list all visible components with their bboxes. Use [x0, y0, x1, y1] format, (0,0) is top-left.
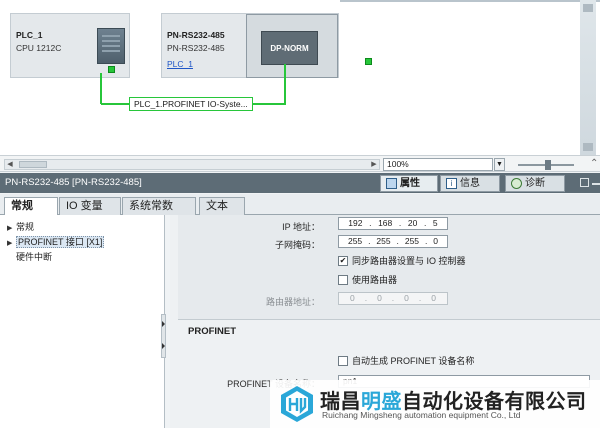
profinet-port-icon[interactable]	[365, 58, 372, 65]
subnet-line[interactable]	[284, 64, 286, 105]
sync-router-label: 同步路由器设置与 IO 控制器	[352, 256, 466, 266]
tree-item-hardware-interrupt[interactable]: 硬件中断	[7, 250, 52, 263]
sync-router-checkbox[interactable]: ✔	[338, 255, 348, 266]
tree-item-label: 常规	[16, 222, 35, 232]
inspector-title: PN-RS232-485 [PN-RS232-485]	[5, 177, 142, 188]
device-pn-rs232-485[interactable]: PN-RS232-485 PN-RS232-485 PLC_1 DP-NORM	[161, 13, 372, 78]
mask-octet: 255	[376, 236, 391, 246]
device-type: CPU 1212C	[16, 43, 62, 53]
router-address-field[interactable]: 0. 0. 0. 0	[338, 292, 448, 305]
mask-octet: 255	[347, 236, 363, 246]
use-router-option[interactable]: 使用路由器	[338, 273, 397, 286]
router-octet: 0	[431, 293, 436, 303]
company-logo-icon	[281, 386, 313, 422]
device-name: PN-RS232-485	[167, 30, 225, 40]
minimize-icon[interactable]	[592, 178, 600, 185]
ip-address-label: IP 地址：	[282, 222, 320, 232]
inspector-header: PN-RS232-485 [PN-RS232-485] 属性 i 信息 诊断	[0, 173, 600, 193]
use-router-label: 使用路由器	[352, 275, 398, 285]
router-octet: 0	[377, 293, 382, 303]
ip-octet: 5	[432, 218, 438, 228]
section-divider	[178, 319, 600, 320]
panel-splitter[interactable]	[161, 314, 166, 358]
subnet-mask-field[interactable]: 255. 255. 255. 0	[338, 235, 448, 248]
scroll-thumb[interactable]	[19, 161, 47, 168]
zoom-slider-handle[interactable]	[545, 160, 551, 170]
property-tree: ▶ 常规 ▶ PROFINET 接口 [X1] 硬件中断	[0, 215, 165, 428]
dp-norm-module[interactable]: DP-NORM	[261, 31, 318, 65]
tab-label: 属性	[400, 177, 420, 189]
tab-texts[interactable]: 文本	[199, 197, 245, 215]
sync-router-option[interactable]: ✔ 同步路由器设置与 IO 控制器	[338, 254, 466, 267]
auto-name-label: 自动生成 PROFINET 设备名称	[352, 356, 475, 366]
tab-io-tags[interactable]: IO 变量	[59, 197, 121, 215]
device-type: PN-RS232-485	[167, 43, 225, 53]
tree-item-label: 硬件中断	[16, 252, 53, 262]
tab-diagnostics[interactable]: 诊断	[505, 175, 565, 192]
expand-arrow-icon[interactable]: ▶	[7, 224, 16, 232]
chevron-down-icon[interactable]: ▼	[494, 158, 505, 171]
view-scroll-strip: ◀ ▶ 100% ▼ ⌃	[0, 155, 600, 172]
scroll-right-icon[interactable]: ▶	[369, 160, 379, 169]
tab-properties[interactable]: 属性	[380, 175, 438, 192]
profinet-port-icon[interactable]	[108, 66, 115, 73]
tab-info[interactable]: i 信息	[440, 175, 500, 192]
panel-arrow-icon[interactable]	[583, 143, 593, 151]
device-name: PLC_1	[16, 30, 43, 40]
ip-octet: 168	[378, 218, 393, 228]
use-router-checkbox[interactable]	[338, 274, 348, 285]
subnet-line[interactable]	[100, 73, 102, 104]
ip-address-field[interactable]: 192. 168. 20. 5	[338, 217, 448, 230]
info-icon: i	[446, 178, 457, 189]
horizontal-scrollbar[interactable]: ◀ ▶	[4, 159, 380, 170]
ip-octet: 192	[348, 218, 363, 228]
overview-toggle-icon[interactable]: ⌃	[590, 158, 600, 171]
diagnostics-icon	[511, 178, 522, 189]
restore-icon[interactable]	[580, 178, 589, 187]
tree-item-general[interactable]: ▶ 常规	[7, 220, 34, 233]
expand-arrow-icon[interactable]: ▶	[7, 239, 16, 247]
properties-icon	[386, 178, 397, 189]
subnet-label[interactable]: PLC_1.PROFINET IO-Syste...	[129, 97, 253, 111]
auto-name-option[interactable]: 自动生成 PROFINET 设备名称	[338, 354, 474, 367]
tab-label: 信息	[460, 177, 480, 189]
panel-arrow-icon[interactable]	[583, 4, 593, 12]
router-octet: 0	[404, 293, 409, 303]
zoom-select[interactable]: 100%	[383, 158, 493, 171]
company-watermark: 瑞昌明盛自动化设备有限公司 Ruichang Mingsheng automat…	[270, 380, 600, 428]
tab-label: 诊断	[525, 177, 545, 189]
property-tabs: 常规 IO 变量 系统常数 文本	[0, 194, 600, 216]
tab-general[interactable]: 常规	[4, 197, 58, 216]
mask-octet: 255	[404, 236, 420, 246]
company-name-en: Ruichang Mingsheng automation equipment …	[322, 410, 521, 420]
view-top-rail	[340, 0, 600, 2]
ip-octet: 20	[407, 218, 418, 228]
subnet-mask-label: 子网掩码：	[274, 240, 320, 250]
device-module-frame[interactable]: DP-NORM	[246, 14, 372, 78]
network-view[interactable]: PLC_1 CPU 1212C PN-RS232-485 PN-RS232-48…	[0, 0, 600, 155]
router-address-label: 路由器地址：	[265, 297, 320, 307]
router-octet: 0	[349, 293, 355, 303]
scroll-left-icon[interactable]: ◀	[5, 160, 15, 169]
mask-octet: 0	[433, 236, 439, 246]
view-side-panel[interactable]	[580, 0, 596, 155]
cpu-icon	[97, 28, 125, 64]
device-plc[interactable]: PLC_1 CPU 1212C	[10, 13, 130, 78]
tree-item-profinet-interface[interactable]: ▶ PROFINET 接口 [X1]	[7, 235, 105, 248]
io-controller-link[interactable]: PLC_1	[167, 59, 193, 69]
tab-system-constants[interactable]: 系统常数	[122, 197, 196, 215]
auto-name-checkbox[interactable]	[338, 355, 348, 366]
section-title-profinet: PROFINET	[188, 326, 237, 337]
tree-item-label: PROFINET 接口 [X1]	[16, 236, 105, 248]
